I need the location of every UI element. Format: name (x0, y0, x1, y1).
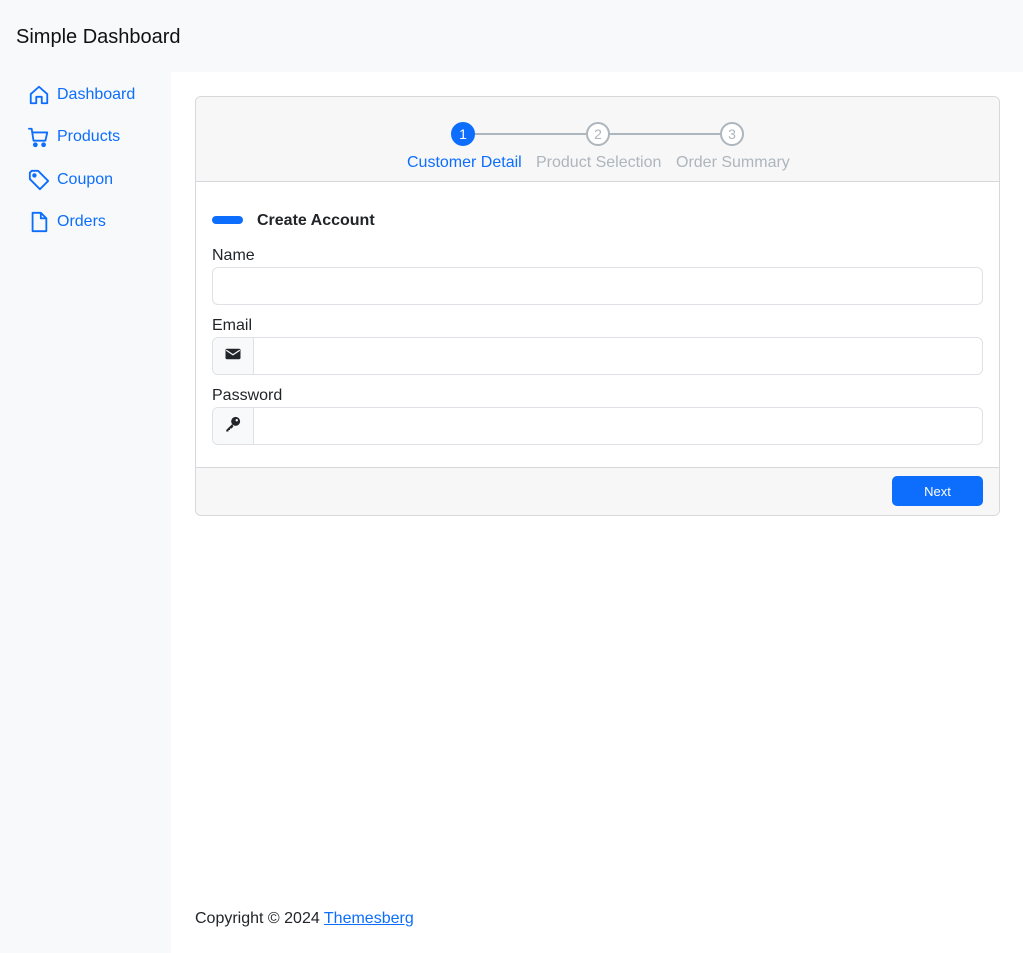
stepper: 1 2 3 Customer Detail Product Selection … (196, 97, 999, 182)
sidebar-item-label: Coupon (57, 171, 114, 188)
file-icon (28, 210, 50, 234)
sidebar-item-label: Products (57, 128, 121, 145)
sidebar-item-products[interactable]: Products (28, 123, 120, 151)
step-3-label[interactable]: Order Summary (676, 154, 790, 172)
sidebar-item-dashboard[interactable]: Dashboard (28, 81, 135, 109)
envelope-icon (224, 345, 242, 368)
key-icon (224, 415, 242, 438)
email-addon (213, 338, 254, 374)
step-2-indicator[interactable]: 2 (586, 122, 610, 146)
password-field-group (212, 407, 983, 445)
password-addon (213, 408, 254, 444)
top-bar: Simple Dashboard (0, 0, 1023, 72)
main-content: 1 2 3 Customer Detail Product Selection … (171, 72, 1023, 953)
wizard-card: 1 2 3 Customer Detail Product Selection … (195, 96, 1000, 516)
name-input[interactable] (212, 267, 983, 305)
section-title: Create Account (257, 212, 375, 229)
sidebar: Dashboard Products Coupon Orders (0, 72, 171, 953)
email-field-group (212, 337, 983, 375)
app-title[interactable]: Simple Dashboard (16, 26, 181, 49)
copyright-text: Copyright © 2024 (195, 910, 320, 927)
next-button[interactable]: Next (892, 476, 983, 506)
card-footer: Next (196, 467, 999, 515)
step-1-label[interactable]: Customer Detail (407, 154, 522, 172)
name-label: Name (212, 247, 255, 264)
password-label: Password (212, 387, 283, 404)
email-input[interactable] (254, 338, 982, 374)
step-connector (609, 133, 720, 135)
cart-icon (28, 125, 50, 149)
step-connector (475, 133, 586, 135)
step-2-label[interactable]: Product Selection (536, 154, 661, 172)
home-icon (28, 83, 50, 107)
sidebar-item-label: Orders (57, 213, 106, 230)
sidebar-item-coupon[interactable]: Coupon (28, 166, 113, 194)
sidebar-item-label: Dashboard (57, 86, 136, 103)
step-3-indicator[interactable]: 3 (720, 122, 744, 146)
password-input[interactable] (254, 408, 982, 444)
sidebar-item-orders[interactable]: Orders (28, 208, 106, 236)
section-marker (212, 216, 243, 224)
page-footer: Copyright © 2024 Themesberg (195, 910, 414, 928)
email-label: Email (212, 317, 253, 334)
step-1-indicator[interactable]: 1 (451, 122, 475, 146)
tag-icon (28, 168, 50, 192)
themesberg-link[interactable]: Themesberg (324, 910, 414, 927)
